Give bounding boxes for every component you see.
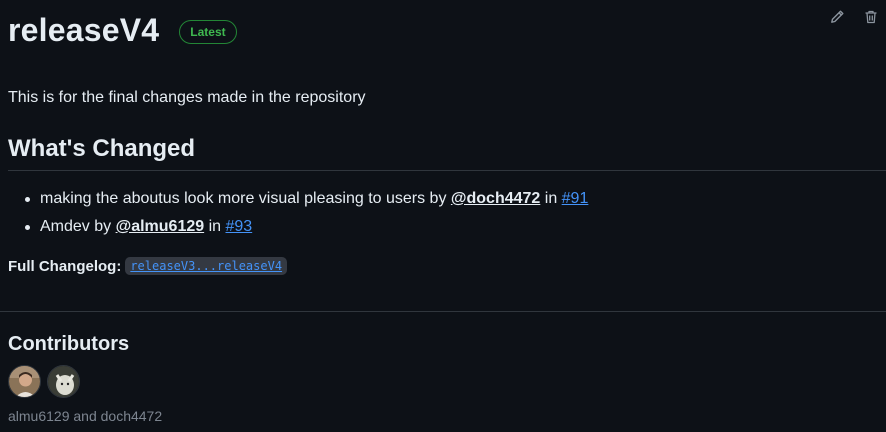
avatar-doch4472[interactable] xyxy=(47,365,80,398)
in-text: in xyxy=(204,218,226,235)
change-text: Amdev by xyxy=(40,218,116,235)
list-item: making the aboutus look more visual plea… xyxy=(24,188,589,210)
pr-link-91[interactable]: #91 xyxy=(562,190,589,207)
author-link-doch4472[interactable]: @doch4472 xyxy=(451,190,540,207)
edit-release-button[interactable] xyxy=(828,8,846,26)
in-text: in xyxy=(540,190,562,207)
author-link-almu6129[interactable]: @almu6129 xyxy=(116,218,205,235)
latest-badge: Latest xyxy=(179,20,237,44)
release-header: releaseV4 Latest xyxy=(8,10,237,50)
contributors-heading: Contributors xyxy=(8,333,130,355)
whats-changed-heading: What's Changed xyxy=(8,135,196,162)
changelog-label: Full Changelog: xyxy=(8,257,122,275)
full-changelog: Full Changelog: releaseV3...releaseV4 xyxy=(8,257,288,275)
contributors-summary: almu6129 and doch4472 xyxy=(8,408,163,424)
heading-divider xyxy=(8,170,886,171)
trash-icon xyxy=(865,10,877,24)
avatar-almu6129[interactable] xyxy=(8,365,41,398)
pr-link-93[interactable]: #93 xyxy=(225,218,252,235)
avatar-image xyxy=(9,366,40,397)
release-title: releaseV4 xyxy=(8,12,160,48)
compare-link[interactable]: releaseV3...releaseV4 xyxy=(125,257,288,275)
contributor-avatars xyxy=(8,365,80,398)
list-item: Amdev by @almu6129 in #93 xyxy=(24,216,588,238)
avatar-image xyxy=(48,366,79,397)
release-actions xyxy=(828,8,880,26)
changes-list: making the aboutus look more visual plea… xyxy=(24,188,589,244)
change-text: making the aboutus look more visual plea… xyxy=(40,190,451,207)
section-divider xyxy=(0,311,886,312)
release-description: This is for the final changes made in th… xyxy=(8,89,366,106)
pencil-icon xyxy=(831,10,844,23)
delete-release-button[interactable] xyxy=(862,8,880,26)
